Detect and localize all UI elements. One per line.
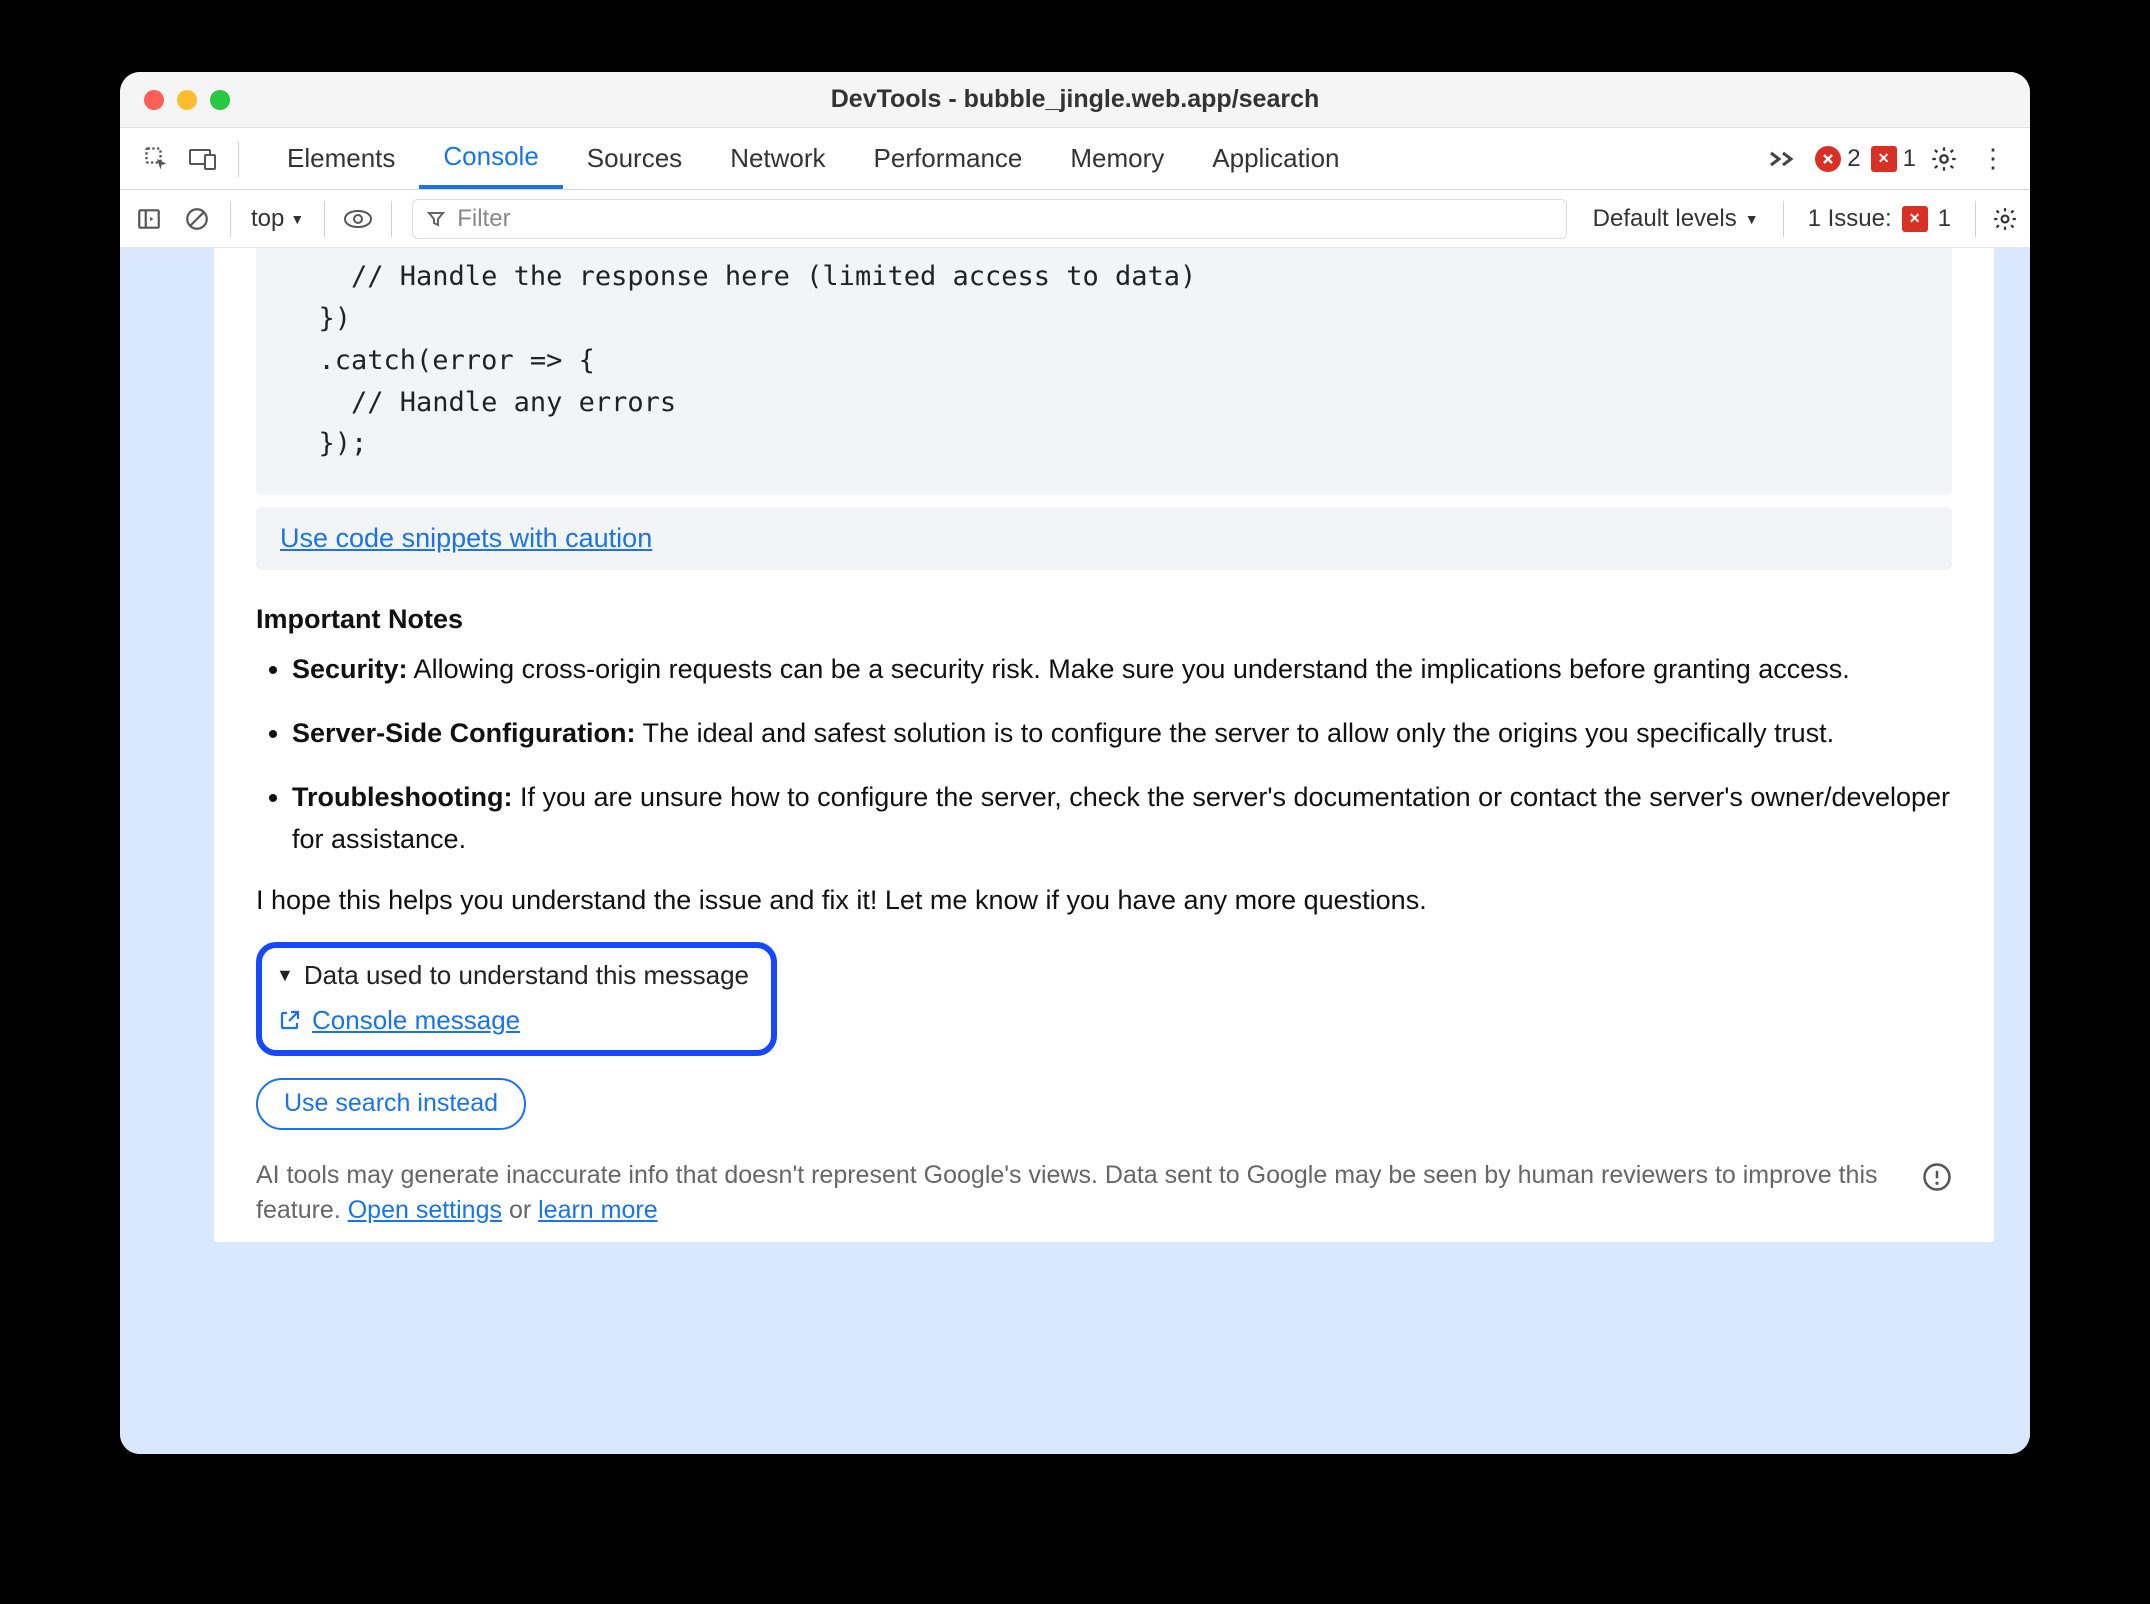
log-levels-label: Default levels — [1593, 205, 1737, 233]
code-snippet: // Handle the response here (limited acc… — [256, 248, 1952, 495]
code-caution-link[interactable]: Use code snippets with caution — [280, 523, 652, 553]
list-item: Troubleshooting: If you are unsure how t… — [292, 777, 1952, 861]
disclosure-triangle-icon: ▼ — [276, 965, 294, 986]
more-tabs-icon[interactable] — [1761, 149, 1803, 169]
chevron-down-icon: ▼ — [1745, 211, 1759, 227]
issues-summary[interactable]: 1 Issue: ✕ 1 — [1796, 205, 1963, 233]
filter-input[interactable] — [455, 204, 1551, 234]
window-title: DevTools - bubble_jingle.web.app/search — [120, 85, 2030, 114]
issues-count: 1 — [1938, 205, 1951, 233]
context-selector[interactable]: top ▼ — [243, 205, 312, 233]
settings-icon[interactable] — [1926, 145, 1962, 173]
issue-flag-icon: ✕ — [1871, 146, 1897, 172]
tab-elements[interactable]: Elements — [263, 128, 419, 189]
tab-console[interactable]: Console — [419, 128, 562, 189]
error-circle-icon — [1815, 146, 1841, 172]
log-levels-selector[interactable]: Default levels ▼ — [1581, 205, 1771, 233]
device-toolbar-icon[interactable] — [186, 142, 220, 176]
error-count: 2 — [1847, 145, 1860, 173]
open-external-icon — [278, 1008, 302, 1032]
context-label: top — [251, 205, 284, 233]
data-used-panel: ▼ Data used to understand this message C… — [256, 942, 777, 1056]
notes-heading: Important Notes — [256, 604, 1952, 635]
kebab-menu-icon[interactable]: ⋮ — [1972, 143, 2014, 174]
window-titlebar: DevTools - bubble_jingle.web.app/search — [120, 72, 2030, 128]
issue-count: 1 — [1903, 145, 1916, 173]
data-used-label: Data used to understand this message — [304, 960, 749, 991]
divider — [1975, 201, 1976, 237]
learn-more-link[interactable]: learn more — [538, 1196, 658, 1224]
console-toolbar: top ▼ Default levels ▼ 1 Issue: ✕ 1 — [120, 190, 2030, 248]
toggle-sidebar-icon[interactable] — [128, 206, 170, 232]
list-item: Security: Allowing cross-origin requests… — [292, 649, 1952, 691]
closing-text: I hope this helps you understand the iss… — [256, 885, 1952, 916]
inspect-element-icon[interactable] — [140, 142, 174, 176]
error-badge[interactable]: 2 — [1815, 145, 1860, 173]
live-expression-icon[interactable] — [337, 208, 379, 230]
close-window-button[interactable] — [144, 90, 164, 110]
divider — [1783, 201, 1784, 237]
tab-performance[interactable]: Performance — [850, 128, 1047, 189]
divider — [230, 201, 231, 237]
panel-tabs: Elements Console Sources Network Perform… — [263, 128, 1364, 189]
tab-memory[interactable]: Memory — [1046, 128, 1188, 189]
minimize-window-button[interactable] — [177, 90, 197, 110]
issues-label: 1 Issue: — [1808, 205, 1892, 233]
console-settings-icon[interactable] — [1988, 206, 2022, 232]
zoom-window-button[interactable] — [210, 90, 230, 110]
divider — [238, 141, 239, 177]
chevron-down-icon: ▼ — [290, 211, 304, 227]
clear-console-icon[interactable] — [176, 206, 218, 232]
filter-icon — [427, 210, 445, 228]
devtools-toolbar: Elements Console Sources Network Perform… — [120, 128, 2030, 190]
ai-disclaimer: AI tools may generate inaccurate info th… — [256, 1158, 1904, 1228]
list-item: Server-Side Configuration: The ideal and… — [292, 713, 1952, 755]
data-used-toggle[interactable]: ▼ Data used to understand this message — [276, 960, 749, 991]
open-settings-link[interactable]: Open settings — [348, 1196, 502, 1224]
use-search-button[interactable]: Use search instead — [256, 1078, 526, 1130]
tab-network[interactable]: Network — [706, 128, 849, 189]
console-message-link[interactable]: Console message — [312, 1005, 520, 1036]
traffic-lights — [144, 90, 230, 110]
tab-sources[interactable]: Sources — [563, 128, 706, 189]
code-caution-box: Use code snippets with caution — [256, 507, 1952, 570]
ai-response-card: // Handle the response here (limited acc… — [214, 248, 1994, 1242]
console-content[interactable]: // Handle the response here (limited acc… — [120, 248, 2030, 1454]
info-warning-icon[interactable] — [1922, 1162, 1952, 1192]
notes-list: Security: Allowing cross-origin requests… — [292, 649, 1952, 860]
divider — [324, 201, 325, 237]
issue-flag-icon: ✕ — [1902, 206, 1928, 232]
issue-badge[interactable]: ✕ 1 — [1871, 145, 1916, 173]
divider — [391, 201, 392, 237]
filter-field[interactable] — [412, 199, 1566, 239]
tab-application[interactable]: Application — [1188, 128, 1363, 189]
